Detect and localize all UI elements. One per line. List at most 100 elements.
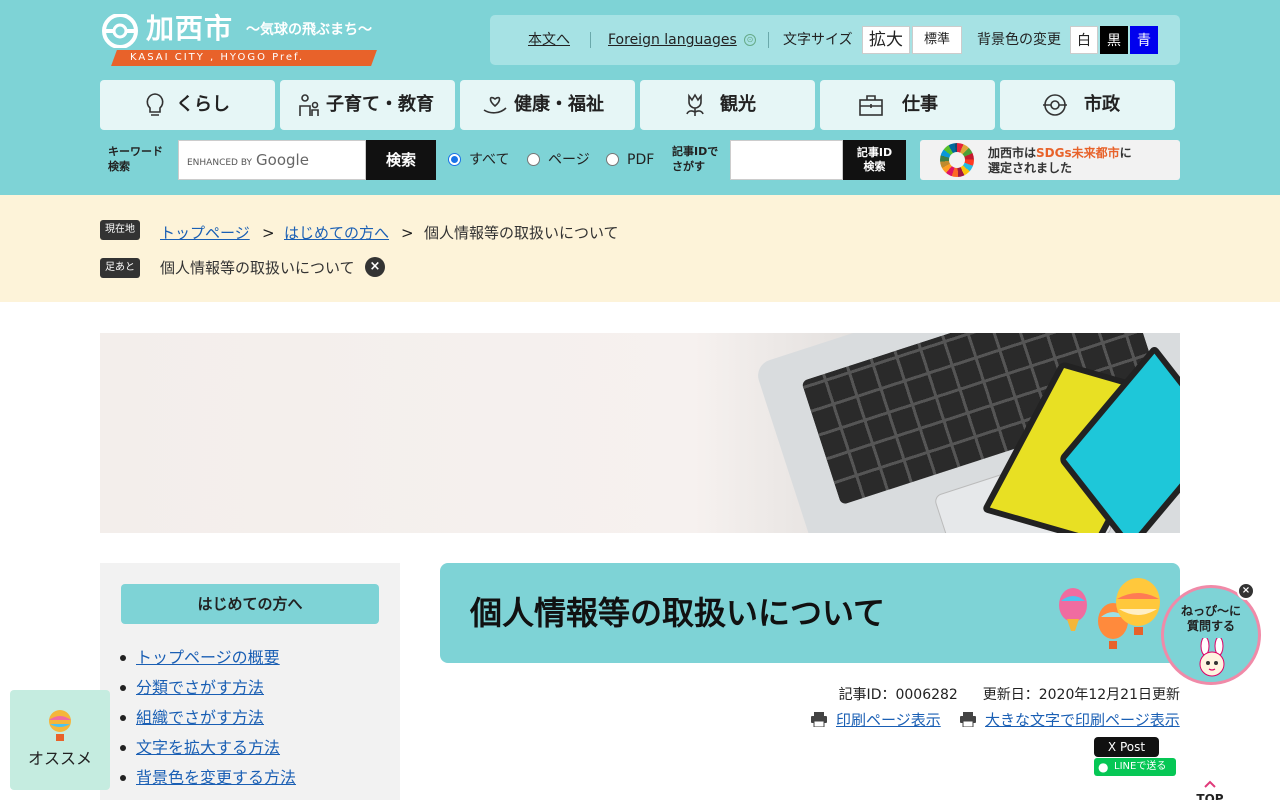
history-item[interactable]: 個人情報等の取扱いについて [160,258,355,278]
print-large-text-link[interactable]: 大きな文字で印刷ページ表示 [985,710,1180,730]
city-logo-icon [1043,94,1067,116]
updated-date: 更新日：2020年12月21日更新 [982,687,1180,703]
chatbot-widget[interactable]: ねっぴ〜に 質問する [1161,585,1261,685]
sdgs-banner[interactable]: 加西市はSDGs未来都市に 選定されました [920,140,1180,180]
side-link-enlarge-text[interactable]: 文字を拡大する方法 [136,738,280,758]
font-size-label: 文字サイズ [783,32,853,48]
skip-to-content-link[interactable]: 本文へ [528,31,570,49]
sdgs-text-line2: 選定されました [988,161,1073,175]
globe-icon: ⊙ [744,34,756,46]
heart-hand-icon [483,96,507,114]
foreign-languages-link[interactable]: Foreign languages [608,31,737,49]
font-large-button[interactable]: 拡大 [862,26,910,54]
nav-label: くらし [176,94,230,115]
briefcase-icon [859,95,883,116]
sdgs-wheel-icon [940,143,974,177]
nav-kenko[interactable]: 健康・福祉 [460,80,635,130]
google-text: Google [256,151,309,169]
city-emblem-icon [102,14,138,48]
page-title: 個人情報等の取扱いについて [470,594,886,632]
search-button[interactable]: 検索 [366,140,436,180]
radio-all-label: すべて [469,152,510,168]
breadcrumb-first-time[interactable]: はじめての方へ [284,223,389,243]
utility-bar: 本文へ Foreign languages ⊙ 文字サイズ 拡大 標準 背景色の… [490,15,1180,65]
nav-kosodate[interactable]: 子育て・教育 [280,80,455,130]
search-row: キーワード 検索 ENHANCED BY Google 検索 すべて ページ PD… [100,140,1180,180]
chatbot-label-line: ねっぴ〜に [1180,604,1241,618]
breadcrumb-separator: > [262,224,275,242]
bullet [120,685,126,691]
top-label: TOP [1196,792,1224,800]
article-id-search-button[interactable]: 記事ID 検索 [843,140,906,180]
sdgs-highlight: SDGs未来都市 [1036,146,1120,160]
nav-shisei[interactable]: 市政 [1000,80,1175,130]
background-color-label: 背景色の変更 [977,32,1061,48]
side-link-top-overview[interactable]: トップページの概要 [136,648,280,668]
back-to-top-button[interactable]: TOP [1190,778,1230,800]
enhanced-by-text: ENHANCED BY [187,158,253,168]
bg-white-button[interactable]: 白 [1070,26,1098,54]
bullet [120,775,126,781]
bullet [120,745,126,751]
keyword-label-line: キーワード [108,145,163,158]
id-button-line: 記事ID [856,146,893,159]
sdgs-text: 加西市はSDGs未来都市に 選定されました [988,146,1132,176]
bg-blue-button[interactable]: 青 [1130,26,1158,54]
breadcrumb-separator: > [401,224,414,242]
bullet [120,655,126,661]
radio-all[interactable] [448,153,461,166]
logo-name: 加西市 [146,12,234,45]
breadcrumb-area: 現在地 トップページ > はじめての方へ > 個人情報等の取扱いについて 足あと… [0,195,1280,302]
lightbulb-icon [146,93,164,116]
line-share-button[interactable]: LINEで送る [1094,758,1176,776]
nav-label: 観光 [720,94,756,115]
page-title-box: 個人情報等の取扱いについて [440,563,1180,663]
radio-pdf-label: PDF [627,152,655,168]
balloon-icon [49,710,71,741]
keyword-search-input[interactable]: ENHANCED BY Google [178,140,366,180]
article-id-input[interactable] [730,140,843,180]
recommend-label: オススメ [27,749,92,768]
x-post-button[interactable]: X Post [1094,737,1159,757]
logo-tagline: 〜気球の飛ぶまち〜 [246,22,372,38]
printer-icon [960,712,976,727]
printer-icon [811,712,827,727]
nav-label: 市政 [1084,94,1120,115]
site-logo[interactable]: 加西市 〜気球の飛ぶまち〜 KASAI CITY , HYOGO Pref. [100,12,380,68]
article-id-label: 記事IDでさがす [672,145,719,173]
side-menu: はじめての方へ トップページの概要 分類でさがす方法 組織でさがす方法 文字を拡… [100,563,400,800]
font-standard-button[interactable]: 標準 [912,26,962,54]
breadcrumb-top-page[interactable]: トップページ [160,223,250,243]
mascot-rabbit-icon [1199,638,1225,677]
article-meta: 記事ID：0006282 更新日：2020年12月21日更新 [839,686,1180,704]
radio-page[interactable] [527,153,540,166]
nav-kanko[interactable]: 観光 [640,80,815,130]
breadcrumb-current: 個人情報等の取扱いについて [424,224,619,242]
keyword-search-label: キーワード 検索 [108,144,163,174]
global-nav: くらし 子育て・教育 健康・福祉 観光 仕事 市政 [100,80,1180,130]
nav-label: 仕事 [902,94,938,115]
divider [590,32,591,48]
side-link-change-background[interactable]: 背景色を変更する方法 [136,768,296,788]
nav-kurashi[interactable]: くらし [100,80,275,130]
site-header: 加西市 〜気球の飛ぶまち〜 KASAI CITY , HYOGO Pref. 本… [0,0,1280,195]
radio-pdf[interactable] [606,153,619,166]
parent-child-icon [299,94,319,116]
side-menu-heading[interactable]: はじめての方へ [121,584,379,624]
side-link-organization-search[interactable]: 組織でさがす方法 [136,708,264,728]
close-icon[interactable]: × [1237,582,1255,600]
nav-shigoto[interactable]: 仕事 [820,80,995,130]
tulip-icon [686,93,704,116]
id-button-line: 検索 [863,160,886,173]
bg-black-button[interactable]: 黒 [1100,26,1128,54]
hot-air-balloons-icon [1059,578,1160,649]
logo-subtitle: KASAI CITY , HYOGO Pref. [130,52,305,63]
close-icon[interactable]: × [365,257,385,277]
print-page-link[interactable]: 印刷ページ表示 [836,710,941,730]
google-branding: ENHANCED BY Google [187,152,309,171]
current-location-tag: 現在地 [100,220,140,240]
side-link-category-search[interactable]: 分類でさがす方法 [136,678,264,698]
recommend-widget[interactable]: オススメ [10,690,110,790]
history-tag: 足あと [100,258,140,278]
hero-image [100,333,1180,533]
